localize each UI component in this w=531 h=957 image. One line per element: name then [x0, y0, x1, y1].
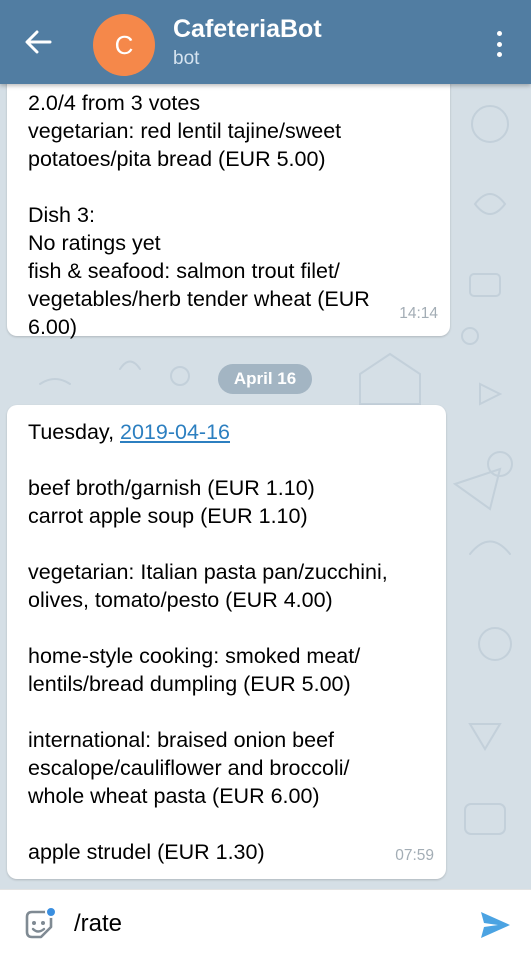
day-prefix: Tuesday,	[28, 420, 121, 444]
more-vertical-icon	[496, 31, 502, 36]
message-time: 14:14	[399, 305, 438, 322]
menu-text: beef broth/garnish (EUR 1.10) carrot app…	[28, 476, 388, 864]
chat-subtitle: bot	[173, 48, 200, 69]
message-text: 2.0/4 from 3 votes vegetarian: red lenti…	[28, 91, 370, 339]
message-list[interactable]: 2.0/4 from 3 votes vegetarian: red lenti…	[0, 84, 531, 889]
date-link[interactable]: 2019-04-16	[120, 420, 230, 444]
send-icon[interactable]	[478, 908, 512, 942]
more-options-button[interactable]	[485, 26, 513, 62]
message-input[interactable]	[74, 904, 454, 944]
message-text: Tuesday, 2019-04-16 beef broth/garnish (…	[28, 418, 388, 866]
chat-header: C CafeteriaBot bot	[0, 0, 531, 84]
avatar[interactable]: C	[93, 14, 155, 76]
arrow-left-icon	[25, 30, 52, 54]
message-time: 07:59	[395, 847, 434, 864]
chat-title[interactable]: CafeteriaBot	[173, 15, 322, 44]
notification-dot	[45, 906, 57, 918]
back-button[interactable]	[18, 22, 58, 62]
message-input-bar	[0, 889, 531, 957]
message-bubble[interactable]: Tuesday, 2019-04-16 beef broth/garnish (…	[7, 405, 446, 879]
date-separator: April 16	[218, 364, 312, 394]
message-bubble[interactable]: 2.0/4 from 3 votes vegetarian: red lenti…	[7, 84, 450, 339]
